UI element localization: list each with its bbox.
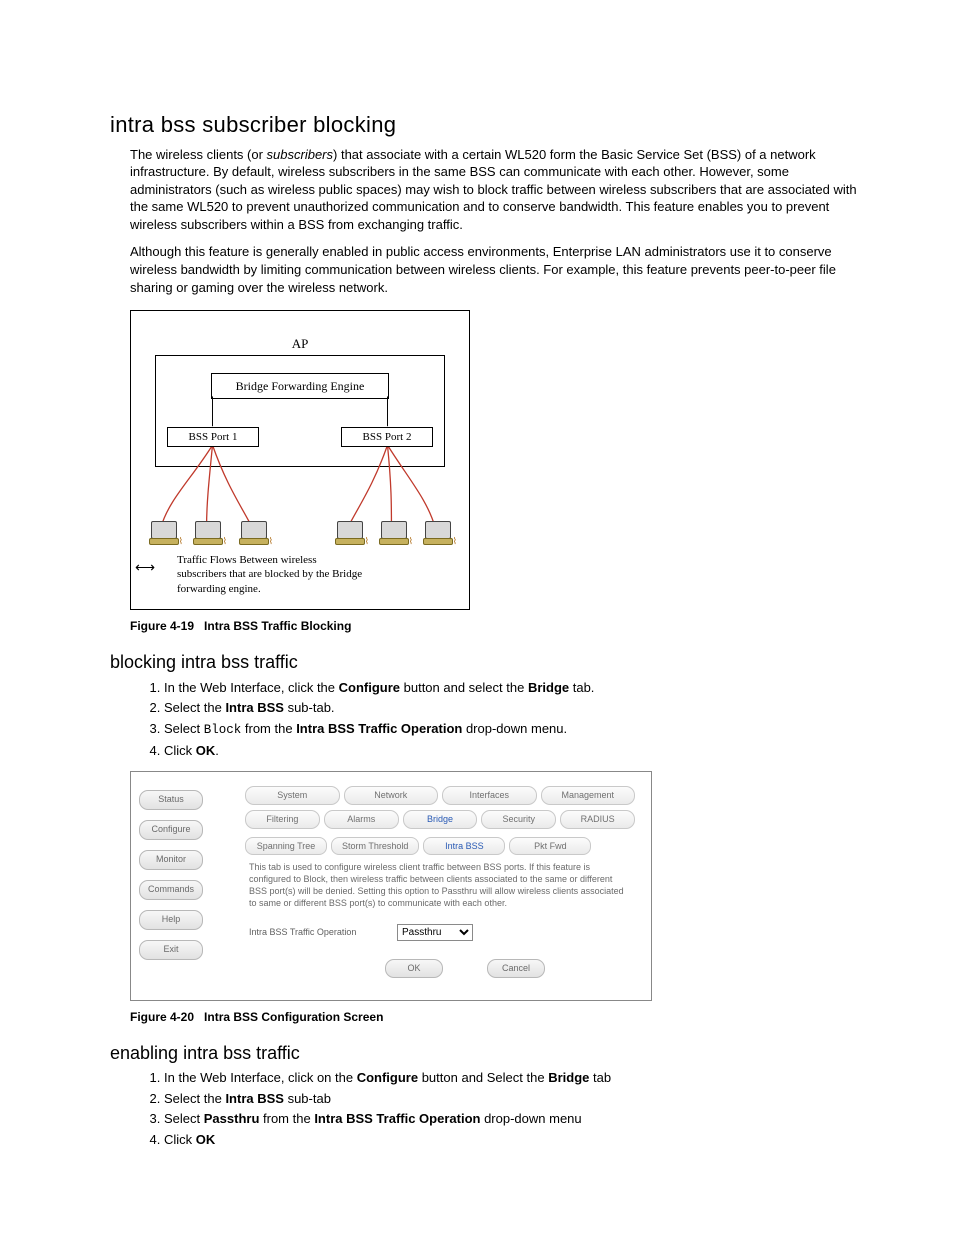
tab-row-3: Spanning Tree Storm Threshold Intra BSS … [245,837,635,855]
ok-button[interactable]: OK [385,959,443,978]
list-item: Select the Intra BSS sub-tab [164,1090,874,1108]
list-item: In the Web Interface, click on the Confi… [164,1069,874,1087]
tab-description-text: This tab is used to configure wireless c… [249,861,631,910]
intra-bss-traffic-operation-row: Intra BSS Traffic Operation Passthru [249,924,631,941]
figure-number: Figure 4-20 [130,1010,194,1024]
figure-number: Figure 4-19 [130,619,194,633]
tab-network[interactable]: Network [344,786,439,805]
tab-security[interactable]: Security [481,810,556,829]
sidebar-nav: Status Configure Monitor Commands Help E… [131,772,241,974]
page: intra bss subscriber blocking The wirele… [0,0,954,1235]
bss-port-1-box: BSS Port 1 [167,427,259,447]
nav-monitor-button[interactable]: Monitor [139,850,203,870]
laptop-icon: ⌇ [193,521,223,545]
nav-exit-button[interactable]: Exit [139,940,203,960]
main-panel: System Network Interfaces Management Fil… [241,772,651,1000]
tab-row-1: System Network Interfaces Management [245,786,635,805]
tab-intra-bss[interactable]: Intra BSS [423,837,505,855]
paragraph-overview-2: Although this feature is generally enabl… [130,243,874,296]
paragraph-overview-1: The wireless clients (or subscribers) th… [130,146,874,234]
figure-4-20-caption: Figure 4-20 Intra BSS Configuration Scre… [130,1009,874,1025]
nav-help-button[interactable]: Help [139,910,203,930]
tab-pkt-fwd[interactable]: Pkt Fwd [509,837,591,855]
heading-intra-bss-subscriber-blocking: intra bss subscriber blocking [110,110,874,140]
heading-blocking-intra-bss-traffic: blocking intra bss traffic [110,650,874,674]
figure-4-20-screenshot: Status Configure Monitor Commands Help E… [130,771,652,1001]
intra-bss-traffic-operation-select[interactable]: Passthru [397,924,473,941]
laptop-icon: ⌇ [239,521,269,545]
nav-configure-button[interactable]: Configure [139,820,203,840]
laptop-icon: ⌇ [335,521,365,545]
figure-title: Intra BSS Traffic Blocking [204,619,351,633]
tab-interfaces[interactable]: Interfaces [442,786,537,805]
ok-cancel-row: OK Cancel [385,959,635,978]
term-subscribers: subscribers [267,147,333,162]
list-item: Click OK [164,1131,874,1149]
text: The wireless clients (or [130,147,267,162]
tab-storm-threshold[interactable]: Storm Threshold [331,837,419,855]
laptop-icon: ⌇ [379,521,409,545]
list-item: Select the Intra BSS sub-tab. [164,699,874,717]
tab-spanning-tree[interactable]: Spanning Tree [245,837,327,855]
tab-system[interactable]: System [245,786,340,805]
blocking-steps-list: In the Web Interface, click the Configur… [146,679,874,760]
list-item: In the Web Interface, click the Configur… [164,679,874,697]
tab-bridge[interactable]: Bridge [403,810,478,829]
nav-status-button[interactable]: Status [139,790,203,810]
tab-radius[interactable]: RADIUS [560,810,635,829]
tab-alarms[interactable]: Alarms [324,810,399,829]
heading-enabling-intra-bss-traffic: enabling intra bss traffic [110,1041,874,1065]
figure-4-19-diagram: AP Bridge Forwarding Engine BSS Port 1 B… [130,310,470,610]
cancel-button[interactable]: Cancel [487,959,545,978]
intra-bss-traffic-operation-label: Intra BSS Traffic Operation [249,926,379,938]
figure-4-19-caption: Figure 4-19 Intra BSS Traffic Blocking [130,618,874,634]
nav-commands-button[interactable]: Commands [139,880,203,900]
bss-port-2-box: BSS Port 2 [341,427,433,447]
laptop-icon: ⌇ [423,521,453,545]
tab-management[interactable]: Management [541,786,636,805]
list-item: Click OK. [164,742,874,760]
tab-filtering[interactable]: Filtering [245,810,320,829]
tab-row-2: Filtering Alarms Bridge Security RADIUS [245,810,635,829]
figure-title: Intra BSS Configuration Screen [204,1010,383,1024]
enabling-steps-list: In the Web Interface, click on the Confi… [146,1069,874,1148]
laptop-icon: ⌇ [149,521,179,545]
list-item: Select Block from the Intra BSS Traffic … [164,720,874,739]
connection-lines-icon [131,311,469,609]
list-item: Select Passthru from the Intra BSS Traff… [164,1110,874,1128]
